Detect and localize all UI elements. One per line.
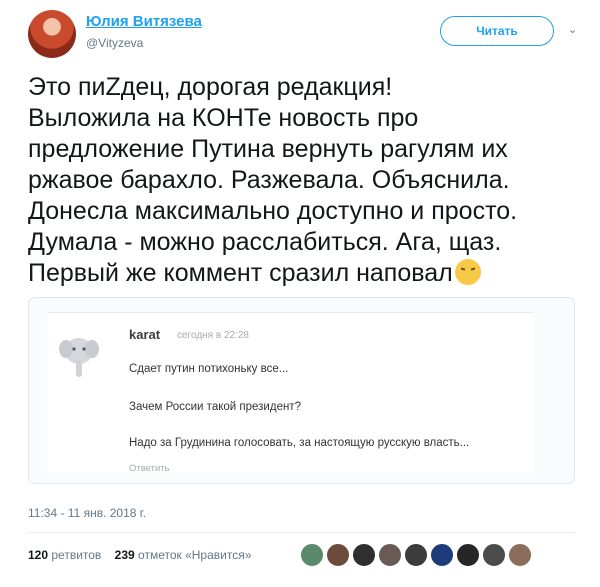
chevron-down-icon[interactable]: ⌄ <box>568 24 582 36</box>
tweet-text: Это пиZдец, дорогая редакция! Выложила н… <box>28 72 583 289</box>
liker-avatar[interactable] <box>404 543 428 567</box>
follow-button[interactable]: Читать <box>440 16 554 46</box>
tweet-line: Думала - можно расслабиться. Ага, щаз. <box>28 228 502 256</box>
tweet-line-last: Первый же коммент сразил наповал <box>28 258 583 289</box>
liker-avatar[interactable] <box>456 543 480 567</box>
liker-avatar[interactable] <box>352 543 376 567</box>
embedded-image[interactable]: karat сегодня в 22:28 Сдает путин потихо… <box>28 297 575 484</box>
tweet-line: Это пиZдец, дорогая редакция! <box>28 73 393 101</box>
likes-count[interactable]: 239 <box>115 548 135 562</box>
liker-avatar[interactable] <box>482 543 506 567</box>
tweet-line: предложение Путина вернуть рагулям их <box>28 135 508 163</box>
retweets-label[interactable]: ретвитов <box>51 548 101 562</box>
comment-time: сегодня в 22:28 <box>177 330 249 341</box>
liker-avatar[interactable] <box>430 543 454 567</box>
tweet-line: Донесла максимально доступно и просто. <box>28 197 518 225</box>
tweet-line: Первый же коммент сразил наповал <box>28 259 453 287</box>
tweet-line: ржавое барахло. Разжевала. Объяснила. <box>28 166 510 194</box>
author-avatar[interactable] <box>28 10 76 58</box>
author-name[interactable]: Юлия Витязева <box>86 13 202 30</box>
tweet-header: Юлия Витязева @Vityzeva Читать ⌄ <box>28 10 580 58</box>
liker-avatar[interactable] <box>300 543 324 567</box>
comment-line: Зачем России такой президент? <box>129 401 301 413</box>
liker-avatar[interactable] <box>378 543 402 567</box>
liker-avatar[interactable] <box>326 543 350 567</box>
comment-reply-link: Ответить <box>129 463 170 474</box>
tweet-stats: 120 ретвитов 239 отметок «Нравится» <box>28 548 251 562</box>
liker-avatars <box>300 543 532 567</box>
elephant-avatar-icon <box>59 338 99 377</box>
likes-label[interactable]: отметок «Нравится» <box>138 548 251 562</box>
tweet-line: Выложила на КОНТе новость про <box>28 104 419 132</box>
tweet-timestamp[interactable]: 11:34 - 11 янв. 2018 г. <box>28 506 146 520</box>
divider <box>28 532 575 533</box>
comment-line: Надо за Грудинина голосовать, за настоящ… <box>129 437 470 449</box>
liker-avatar[interactable] <box>508 543 532 567</box>
comment-username: karat <box>129 327 161 342</box>
angry-face-emoji-icon <box>454 259 481 285</box>
author-handle[interactable]: @Vityzeva <box>86 36 143 50</box>
comment-card: karat сегодня в 22:28 Сдает путин потихо… <box>47 312 534 474</box>
comment-line: Сдает путин потихоньку все... <box>129 363 289 375</box>
retweets-count[interactable]: 120 <box>28 548 48 562</box>
